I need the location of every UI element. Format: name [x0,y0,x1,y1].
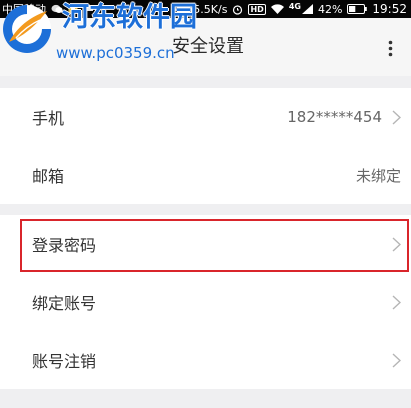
delete-account-label: 账号注销 [32,352,97,371]
hd-badge: HD [248,3,266,15]
status-bar-right: 55.5K/s HD 4G 42% 19:52 [186,0,407,18]
email-status-value: 未绑定 [355,166,401,185]
app-header: 安全设置 [0,18,411,76]
email-label: 邮箱 [32,167,65,186]
page-title: 安全设置 [172,36,244,57]
wechat-icon [51,4,63,14]
battery-icon [347,4,368,14]
message-icon [83,4,94,14]
phone-row[interactable]: 手机 182*****454 [0,88,411,146]
login-password-row[interactable]: 登录密码 [0,215,411,273]
account-binding-section: 手机 182*****454 邮箱 未绑定 [0,88,411,204]
delete-account-row[interactable]: 账号注销 [0,331,411,389]
status-bar-left: 中国移动 [2,0,94,18]
battery-percent: 42% [317,2,343,16]
bind-account-label: 绑定账号 [32,294,97,313]
security-section: 登录密码 绑定账号 账号注销 [0,215,411,389]
phone-number-value: 182*****454 [287,108,382,126]
alarm-icon [232,4,243,15]
chevron-right-icon [392,109,401,125]
login-password-label: 登录密码 [32,236,97,255]
more-vertical-icon[interactable] [386,39,394,57]
clock-time: 19:52 [372,2,407,16]
chevron-right-icon [392,294,401,310]
status-bar: 中国移动 55.5K/s HD 4G 42% 19:52 [0,0,411,18]
carrier-name: 中国移动 [2,3,46,16]
phone-label: 手机 [32,109,65,128]
bind-account-row[interactable]: 绑定账号 [0,273,411,331]
app-notification-icon [68,4,78,14]
network-speed: 55.5K/s [186,2,228,16]
email-row[interactable]: 邮箱 未绑定 [0,146,411,204]
network-type: 4G [288,2,301,11]
chevron-right-icon [392,352,401,368]
wifi-icon [270,4,284,14]
signal-icon [301,4,313,14]
chevron-right-icon [392,236,401,252]
